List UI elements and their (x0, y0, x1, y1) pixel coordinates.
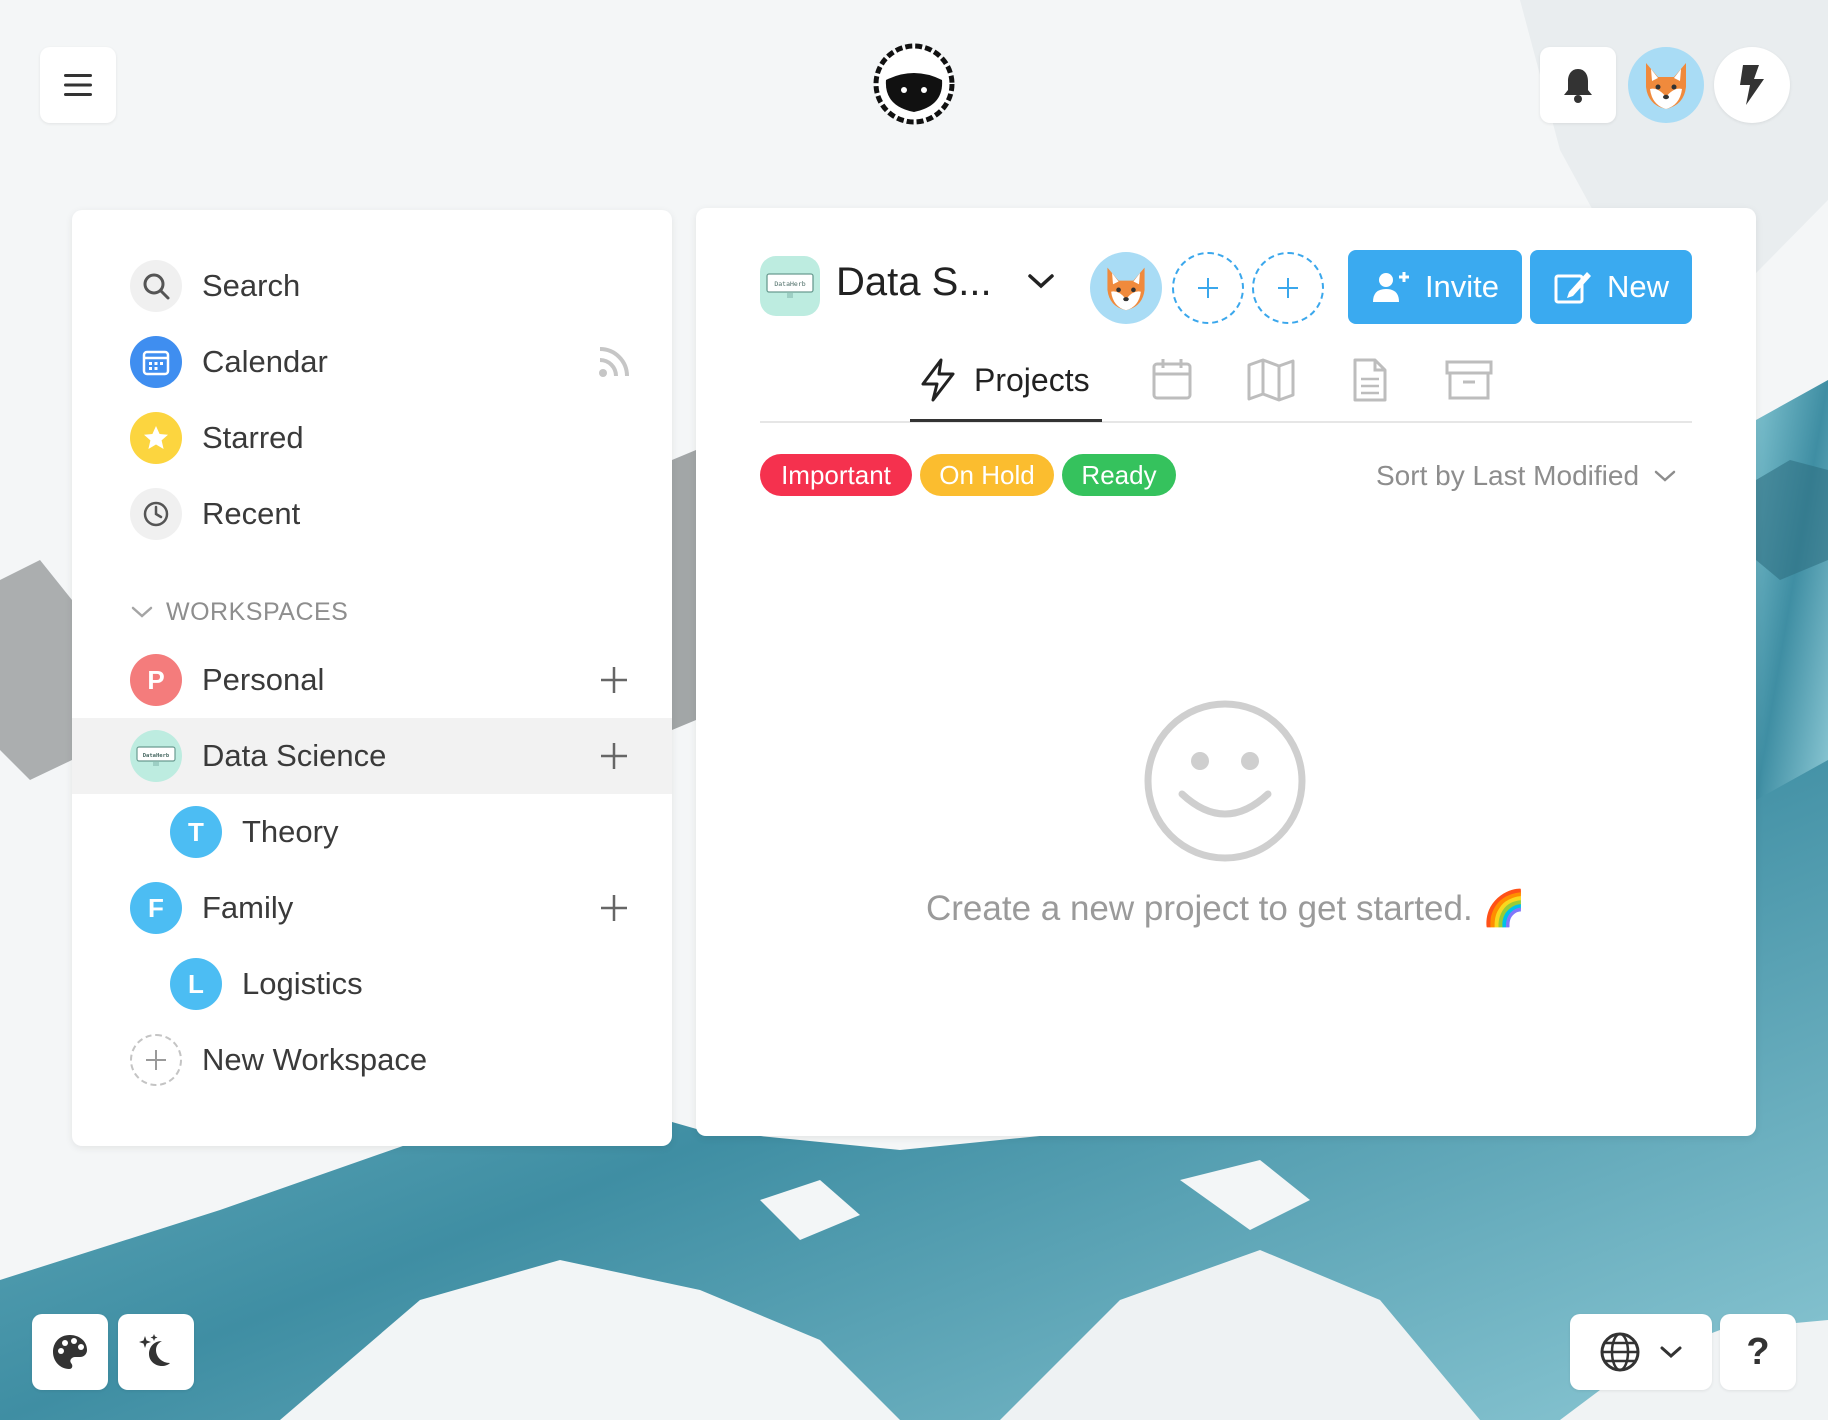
menu-button[interactable] (40, 47, 116, 123)
workspace-title[interactable]: Data S... (836, 260, 992, 305)
smiley-face-icon (1144, 700, 1306, 862)
plus-icon (601, 667, 627, 693)
chevron-down-icon[interactable] (1026, 270, 1056, 292)
search-icon (130, 260, 182, 312)
sidebar-item-logistics[interactable]: L Logistics (72, 946, 672, 1022)
tab-map[interactable] (1246, 350, 1296, 410)
sidebar-item-personal[interactable]: P Personal (72, 642, 672, 718)
dataherb-workspace-icon: DataHerb (130, 730, 182, 782)
chevron-down-icon (1660, 1346, 1682, 1359)
sidebar-item-label: Family (202, 890, 294, 925)
sidebar-item-family[interactable]: F Family (72, 870, 672, 946)
tab-archive[interactable] (1444, 350, 1494, 410)
plus-icon (1278, 278, 1298, 298)
sidebar-item-label: Logistics (242, 966, 363, 1001)
svg-text:DataHerb: DataHerb (143, 753, 170, 759)
add-member-button[interactable] (1252, 252, 1324, 324)
sort-dropdown[interactable]: Sort by Last Modified (1376, 456, 1677, 496)
sidebar-item-label: New Workspace (202, 1042, 428, 1077)
plus-icon (130, 1034, 182, 1086)
sidebar-item-calendar[interactable]: Calendar (72, 324, 672, 400)
document-icon (1353, 358, 1387, 402)
star-icon (130, 412, 182, 464)
calendar-icon (130, 336, 182, 388)
tab-label: Projects (974, 361, 1090, 398)
archive-icon (1445, 360, 1493, 400)
sheep-logo-icon (873, 43, 955, 125)
new-button[interactable]: New (1530, 250, 1692, 324)
globe-icon (1600, 1332, 1640, 1372)
sidebar-item-label: Theory (242, 814, 339, 849)
sidebar-item-data-science[interactable]: DataHerb Data Science (72, 718, 672, 794)
add-member-button[interactable] (1172, 252, 1244, 324)
sidebar-item-label: Data Science (202, 738, 387, 773)
help-button[interactable]: ? (1720, 1314, 1796, 1390)
plus-icon (601, 895, 627, 921)
tag-important[interactable]: Important (760, 454, 912, 496)
map-icon (1247, 358, 1295, 402)
tab-projects[interactable]: Projects (918, 350, 1090, 410)
fox-avatar-icon (1646, 63, 1686, 109)
dataherb-workspace-icon: DataHerb (760, 256, 820, 316)
notifications-button[interactable] (1540, 47, 1616, 123)
tabs-divider (760, 421, 1692, 423)
help-icon: ? (1746, 1330, 1770, 1373)
sidebar-item-search[interactable]: Search (72, 248, 672, 324)
workspace-panel: DataHerb Data S... Invite New Projects I… (696, 208, 1756, 1136)
sidebar-item-starred[interactable]: Starred (72, 400, 672, 476)
clock-icon (130, 488, 182, 540)
tag-ready[interactable]: Ready (1062, 454, 1176, 496)
sidebar-item-label: Recent (202, 496, 301, 531)
new-workspace-button[interactable]: New Workspace (72, 1022, 672, 1098)
tab-documents[interactable] (1350, 350, 1390, 410)
palette-icon (53, 1335, 87, 1369)
workspace-initial-badge: L (170, 958, 222, 1010)
language-selector[interactable] (1570, 1314, 1712, 1390)
theme-color-button[interactable] (32, 1314, 108, 1390)
add-subspace-button[interactable] (594, 660, 634, 700)
workspaces-header: WORKSPACES (166, 597, 349, 626)
plus-icon (1198, 278, 1218, 298)
member-avatar[interactable] (1090, 252, 1162, 324)
sidebar-item-label: Starred (202, 420, 304, 455)
calendar-icon (1152, 359, 1192, 400)
invite-button[interactable]: Invite (1348, 250, 1522, 324)
sidebar-item-label: Calendar (202, 344, 328, 379)
workspace-initial-badge: T (170, 806, 222, 858)
add-user-icon (1372, 272, 1409, 302)
sidebar-item-recent[interactable]: Recent (72, 476, 672, 552)
tag-on-hold[interactable]: On Hold (920, 454, 1054, 496)
sidebar-item-label: Search (202, 268, 301, 303)
calendar-feed-button[interactable] (594, 342, 634, 382)
sidebar-item-label: Personal (202, 662, 325, 697)
empty-state-message: Create a new project to get started. 🌈 (926, 889, 1526, 928)
moon-stars-icon (139, 1334, 170, 1366)
sidebar-item-theory[interactable]: T Theory (72, 794, 672, 870)
bell-icon (1564, 69, 1592, 103)
rss-icon (599, 347, 629, 377)
chevron-down-icon (1654, 470, 1676, 482)
new-label: New (1606, 269, 1669, 304)
plus-icon (601, 743, 627, 769)
tab-calendar[interactable] (1150, 350, 1194, 410)
chevron-down-icon (131, 606, 153, 618)
user-avatar[interactable] (1628, 47, 1704, 123)
bolt-icon (921, 358, 955, 402)
bolt-icon (1740, 65, 1764, 105)
add-subspace-button[interactable] (594, 888, 634, 928)
svg-text:DataHerb: DataHerb (774, 280, 805, 288)
fox-avatar-icon (1107, 267, 1145, 311)
sort-label: Sort by Last Modified (1376, 460, 1640, 491)
quick-actions-button[interactable] (1714, 47, 1790, 123)
workspace-initial-badge: P (130, 654, 182, 706)
workspaces-toggle[interactable]: WORKSPACES (130, 592, 348, 632)
add-subspace-button[interactable] (594, 736, 634, 776)
active-tab-indicator (910, 419, 1102, 422)
invite-label: Invite (1424, 269, 1500, 304)
sidebar: Search Calendar Starred Recent WORKSPACE… (72, 210, 672, 1146)
dark-mode-button[interactable] (118, 1314, 194, 1390)
workspace-initial-badge: F (130, 882, 182, 934)
hamburger-icon (64, 74, 92, 96)
new-note-icon (1554, 272, 1591, 304)
